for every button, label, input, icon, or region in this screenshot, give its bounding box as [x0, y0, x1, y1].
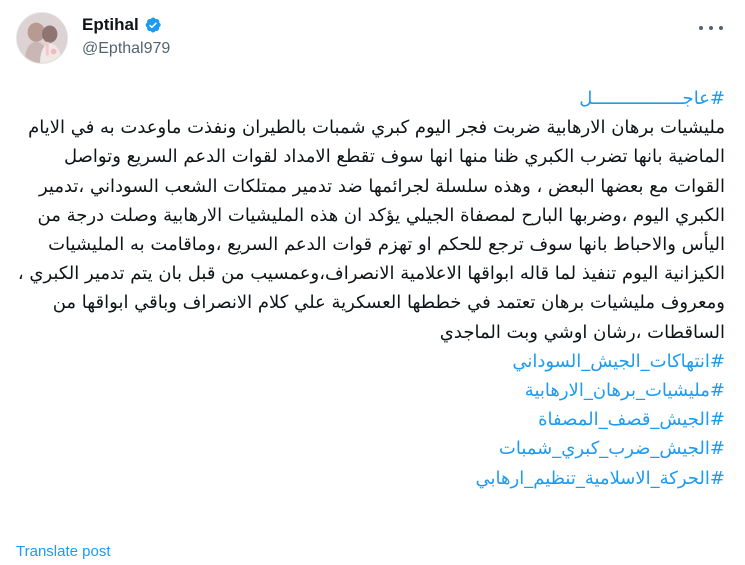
dot: [719, 26, 723, 30]
hashtag-link[interactable]: #الحركة_الاسلامية_تنظيم_ارهابي: [14, 464, 725, 493]
more-options-icon[interactable]: [699, 20, 723, 36]
hashtag-link[interactable]: #مليشيات_برهان_الارهابية: [14, 376, 725, 405]
author-handle[interactable]: @Epthal979: [82, 38, 170, 60]
hashtag-link[interactable]: #عاجـــــــــــــــــل: [14, 84, 725, 113]
post-body: #عاجـــــــــــــــــل مليشيات برهان الا…: [14, 84, 725, 493]
display-name-row: Eptihal: [82, 14, 170, 36]
hashtag-link[interactable]: #الجيش_ضرب_كبري_شمبات: [14, 434, 725, 463]
verified-badge-icon[interactable]: [144, 16, 162, 34]
display-name[interactable]: Eptihal: [82, 14, 139, 36]
post-card: Eptihal @Epthal979 #عاجـــــــــــــــــ…: [0, 0, 745, 565]
avatar[interactable]: [16, 12, 68, 64]
hashtag-link[interactable]: #الجيش_قصف_المصفاة: [14, 405, 725, 434]
hashtag-link[interactable]: #انتهاكات_الجيش_السوداني: [14, 347, 725, 376]
post-text: مليشيات برهان الارهابية ضربت فجر اليوم ك…: [17, 117, 725, 343]
author-names: Eptihal @Epthal979: [82, 14, 170, 60]
dot: [709, 26, 713, 30]
translate-post-link[interactable]: Translate post: [16, 543, 111, 561]
dot: [699, 26, 703, 30]
avatar-photo-icon: [17, 13, 67, 63]
post-header: Eptihal @Epthal979: [16, 12, 170, 64]
